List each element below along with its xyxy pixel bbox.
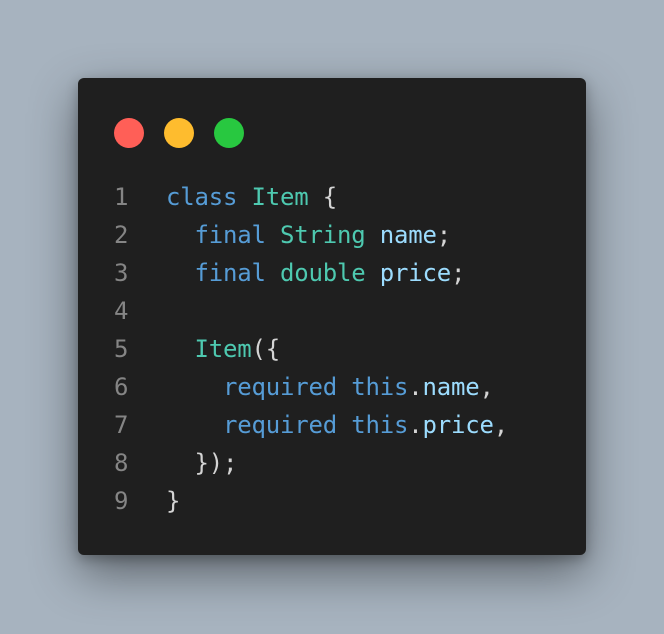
code-token: required xyxy=(223,411,337,439)
code-token: , xyxy=(493,411,508,439)
window-controls xyxy=(114,118,244,148)
line-source: final double price; xyxy=(166,254,466,292)
line-number: 7 xyxy=(114,411,129,439)
code-token: ; xyxy=(451,259,466,287)
line-number: 1 xyxy=(114,183,129,211)
close-dot-icon[interactable] xyxy=(114,118,144,148)
code-token: String xyxy=(280,221,366,249)
code-token: price xyxy=(379,259,451,287)
code-token: class xyxy=(166,183,238,211)
code-line: 7 required this.price, xyxy=(104,406,508,444)
line-number: 3 xyxy=(114,259,129,287)
code-token: this xyxy=(351,411,409,439)
code-token: , xyxy=(479,373,494,401)
line-number: 5 xyxy=(114,335,129,363)
code-line: 5 Item({ xyxy=(104,330,508,368)
line-source: }); xyxy=(166,444,238,482)
line-number: 6 xyxy=(114,373,129,401)
code-line: 3 final double price; xyxy=(104,254,508,292)
code-token: Item xyxy=(194,335,252,363)
line-number: 9 xyxy=(114,487,129,515)
code-token: final xyxy=(194,221,266,249)
code-token: name xyxy=(422,373,480,401)
line-number: 2 xyxy=(114,221,129,249)
code-block: 1 class Item {2 final String name; 3 final… xyxy=(104,178,508,520)
line-number: 4 xyxy=(114,297,129,325)
line-source: } xyxy=(166,482,180,520)
code-token: . xyxy=(408,411,423,439)
code-token: Item xyxy=(251,183,309,211)
line-source: final String name; xyxy=(166,216,452,254)
code-token: final xyxy=(194,259,266,287)
code-line: 1 class Item { xyxy=(104,178,508,216)
code-window: 1 class Item {2 final String name; 3 final… xyxy=(78,78,586,555)
code-token: } xyxy=(166,487,181,515)
maximize-dot-icon[interactable] xyxy=(214,118,244,148)
code-token: this xyxy=(351,373,409,401)
line-source: Item({ xyxy=(166,330,281,368)
code-token: ({ xyxy=(251,335,281,363)
code-line: 6 required this.name, xyxy=(104,368,508,406)
code-token: double xyxy=(280,259,366,287)
code-token: name xyxy=(379,221,437,249)
code-token: }); xyxy=(194,449,238,477)
code-token: { xyxy=(308,183,337,211)
code-token: ; xyxy=(436,221,451,249)
code-line: 2 final String name; xyxy=(104,216,508,254)
code-line: 8 }); xyxy=(104,444,508,482)
line-source: class Item { xyxy=(166,178,337,216)
line-source: required this.name, xyxy=(166,368,494,406)
code-token: required xyxy=(223,373,337,401)
code-line: 4 xyxy=(104,292,508,330)
minimize-dot-icon[interactable] xyxy=(164,118,194,148)
code-token: . xyxy=(408,373,423,401)
code-line: 9} xyxy=(104,482,508,520)
line-source: required this.price, xyxy=(166,406,508,444)
code-token: price xyxy=(422,411,494,439)
line-number: 8 xyxy=(114,449,129,477)
